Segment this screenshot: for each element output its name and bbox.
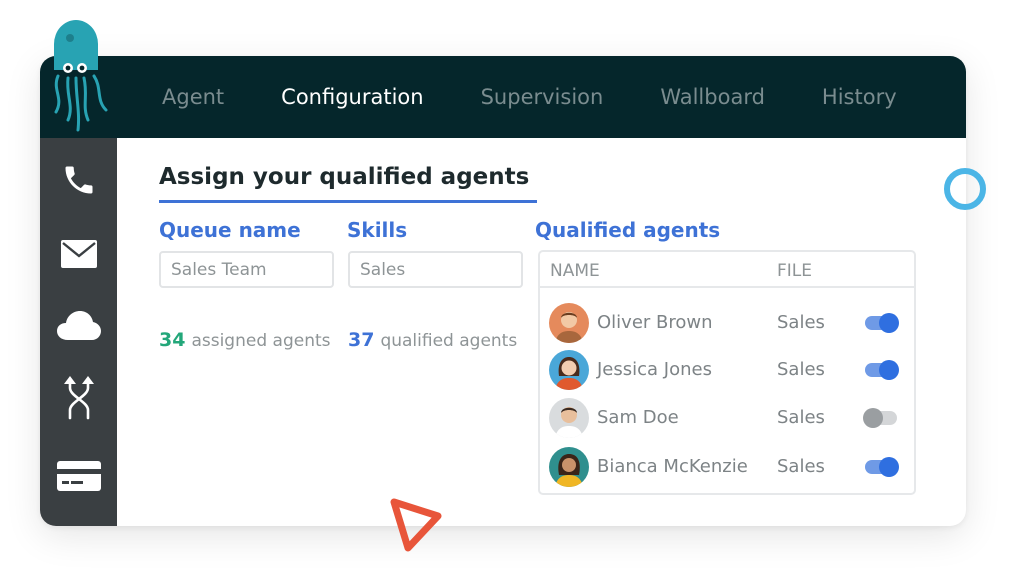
toggle-knob [879, 360, 899, 380]
agent-toggle[interactable] [865, 457, 899, 477]
agent-toggle[interactable] [863, 408, 897, 428]
queue-name-input[interactable] [159, 251, 334, 288]
table-row: Oliver Brown Sales [540, 301, 914, 345]
sidebar-item-cloud[interactable] [54, 302, 104, 350]
app-window: Agent Configuration Supervision Wallboar… [40, 56, 966, 526]
qualified-agents-table: NAME FILE Oliver Brown Sales Jessica Jon… [538, 250, 916, 495]
cloud-icon [57, 311, 101, 340]
agent-name: Oliver Brown [597, 312, 713, 333]
assigned-agents-count: 34 assigned agents [159, 329, 331, 351]
column-header-name: NAME [550, 261, 600, 281]
title-underline [159, 200, 537, 203]
toggle-knob [879, 313, 899, 333]
decorative-ring [944, 168, 986, 210]
qualified-agents-label: Qualified agents [535, 218, 721, 242]
assigned-agents-number: 34 [159, 329, 186, 351]
tab-wallboard[interactable]: Wallboard [660, 85, 765, 109]
assigned-agents-text: assigned agents [191, 331, 331, 351]
toggle-knob [863, 408, 883, 428]
agent-file: Sales [777, 359, 825, 380]
agent-file: Sales [777, 312, 825, 333]
qualified-agents-count: 37 qualified agents [348, 329, 517, 351]
page-title: Assign your qualified agents [159, 164, 530, 190]
table-row: Bianca McKenzie Sales [540, 445, 914, 489]
tab-agent[interactable]: Agent [162, 85, 224, 109]
avatar [549, 398, 589, 438]
top-navigation-bar: Agent Configuration Supervision Wallboar… [40, 56, 966, 138]
skills-input[interactable] [348, 251, 523, 288]
agent-file: Sales [777, 456, 825, 477]
tab-supervision[interactable]: Supervision [481, 85, 604, 109]
queue-name-label: Queue name [159, 218, 301, 242]
avatar [549, 350, 589, 390]
main-nav: Agent Configuration Supervision Wallboar… [162, 56, 954, 138]
avatar [549, 303, 589, 343]
phone-icon [65, 166, 93, 194]
table-row: Sam Doe Sales [540, 396, 914, 440]
agent-name: Jessica Jones [597, 359, 712, 380]
agent-toggle[interactable] [865, 313, 899, 333]
sidebar-item-mail[interactable] [54, 230, 104, 278]
column-header-file: FILE [777, 261, 813, 281]
mail-icon [61, 240, 97, 268]
table-header: NAME FILE [540, 252, 914, 288]
qualified-agents-text: qualified agents [380, 331, 518, 351]
sidebar-item-card[interactable] [54, 452, 104, 500]
tab-configuration[interactable]: Configuration [281, 85, 423, 109]
card-icon [57, 461, 101, 491]
decorative-triangle [390, 498, 442, 552]
skills-label: Skills [347, 218, 408, 242]
qualified-agents-number: 37 [348, 329, 375, 351]
table-row: Jessica Jones Sales [540, 348, 914, 392]
agent-file: Sales [777, 407, 825, 428]
sidebar-item-phone[interactable] [54, 156, 104, 204]
agent-name: Bianca McKenzie [597, 456, 748, 477]
avatar [549, 447, 589, 487]
sidebar-item-routing[interactable] [54, 374, 104, 422]
sidebar [40, 138, 117, 526]
agent-name: Sam Doe [597, 407, 679, 428]
agent-toggle[interactable] [865, 360, 899, 380]
stage: Agent Configuration Supervision Wallboar… [0, 0, 1024, 587]
octopus-logo [54, 20, 108, 132]
routing-arrows-icon [64, 376, 94, 420]
tab-history[interactable]: History [822, 85, 897, 109]
toggle-knob [879, 457, 899, 477]
